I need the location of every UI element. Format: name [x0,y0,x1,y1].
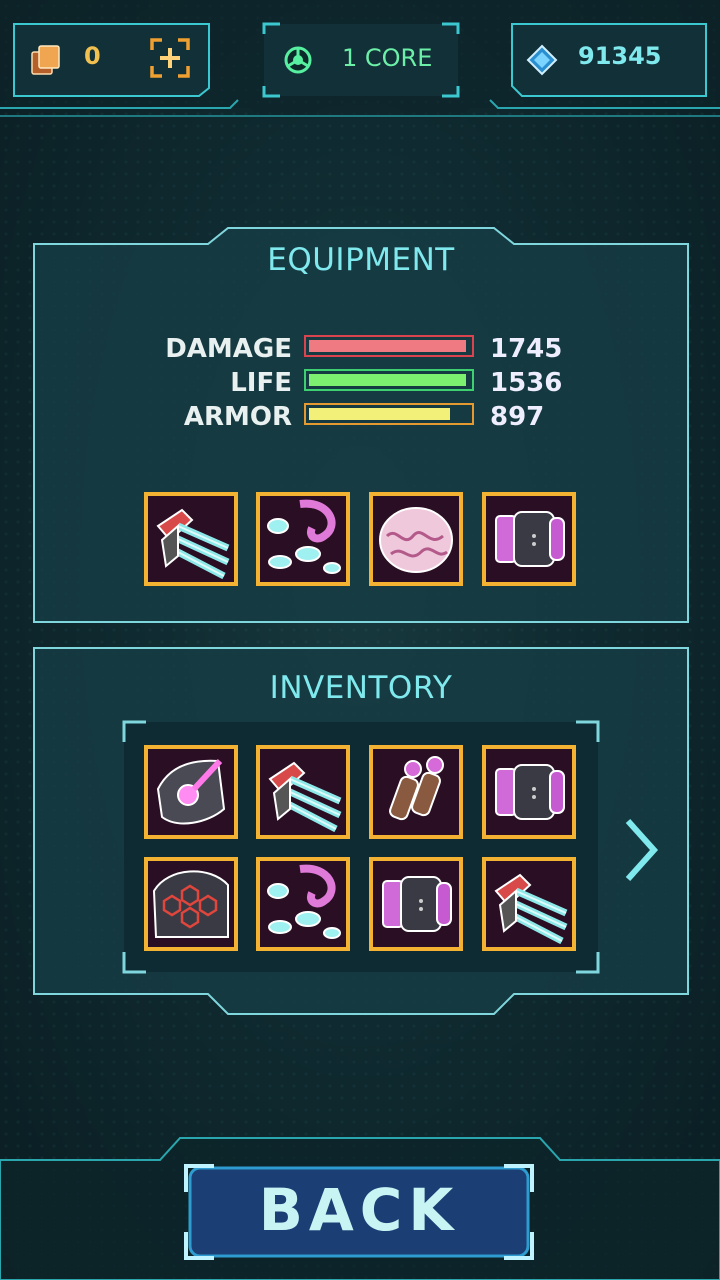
inventory-panel: INVENTORY [32,646,690,1018]
gems-counter: 91345 [512,24,706,96]
equipment-title: EQUIPMENT [267,242,455,278]
equipment-slot[interactable] [144,492,238,586]
cards-counter: 0 [14,24,209,96]
armor-bar-fill [309,408,450,420]
chevron-right-icon[interactable] [620,815,660,885]
inventory-slot[interactable] [369,857,463,951]
stat-armor: ARMOR 897 [0,402,720,432]
twin-barrel-part-icon [373,749,459,835]
stat-life: LIFE 1536 [0,368,720,398]
footer: BACK [0,1136,720,1280]
tentacle-part-icon [260,496,346,582]
stat-value: 1536 [490,368,563,398]
inventory-slot[interactable] [144,745,238,839]
cannon-part-icon [486,749,572,835]
core-label: 1 CORE [342,44,433,72]
top-bar: 0 1 CORE 91345 [0,0,720,118]
inventory-slot[interactable] [256,857,350,951]
inventory-slot[interactable] [369,745,463,839]
inventory-title: INVENTORY [269,670,453,706]
armor-bar [304,403,474,425]
inventory-slot[interactable] [144,857,238,951]
cannon-part-icon [486,496,572,582]
inventory-slot[interactable] [482,745,576,839]
plus-frame-icon[interactable] [150,38,190,78]
equipment-slot[interactable] [256,492,350,586]
life-bar-fill [309,374,466,386]
stat-label: LIFE [230,368,292,398]
back-label: BACK [258,1176,460,1244]
life-bar [304,369,474,391]
blaster-part-icon [148,496,234,582]
stat-damage: DAMAGE 1745 [0,334,720,364]
cards-count: 0 [84,42,101,70]
cards-icon [30,44,62,76]
stat-label: ARMOR [183,402,292,432]
core-icon [284,46,312,74]
inventory-slot[interactable] [482,857,576,951]
background [0,0,720,1280]
inventory-slot[interactable] [256,745,350,839]
brain-core-icon [373,496,459,582]
equipment-slot[interactable] [482,492,576,586]
energy-orb-part-icon [148,749,234,835]
damage-bar [304,335,474,357]
equipment-slot[interactable] [369,492,463,586]
core-counter: 1 CORE [264,24,458,96]
tentacle-part-icon [260,861,346,947]
diamond-icon [526,44,558,76]
blaster-part-icon [260,749,346,835]
stat-value: 897 [490,402,545,432]
back-button[interactable]: BACK [186,1162,532,1258]
cannon-part-icon [373,861,459,947]
stat-label: DAMAGE [165,334,292,364]
blaster-part-icon [486,861,572,947]
gems-count: 91345 [578,42,662,70]
damage-bar-fill [309,340,466,352]
stat-value: 1745 [490,334,563,364]
hex-shell-part-icon [148,861,234,947]
